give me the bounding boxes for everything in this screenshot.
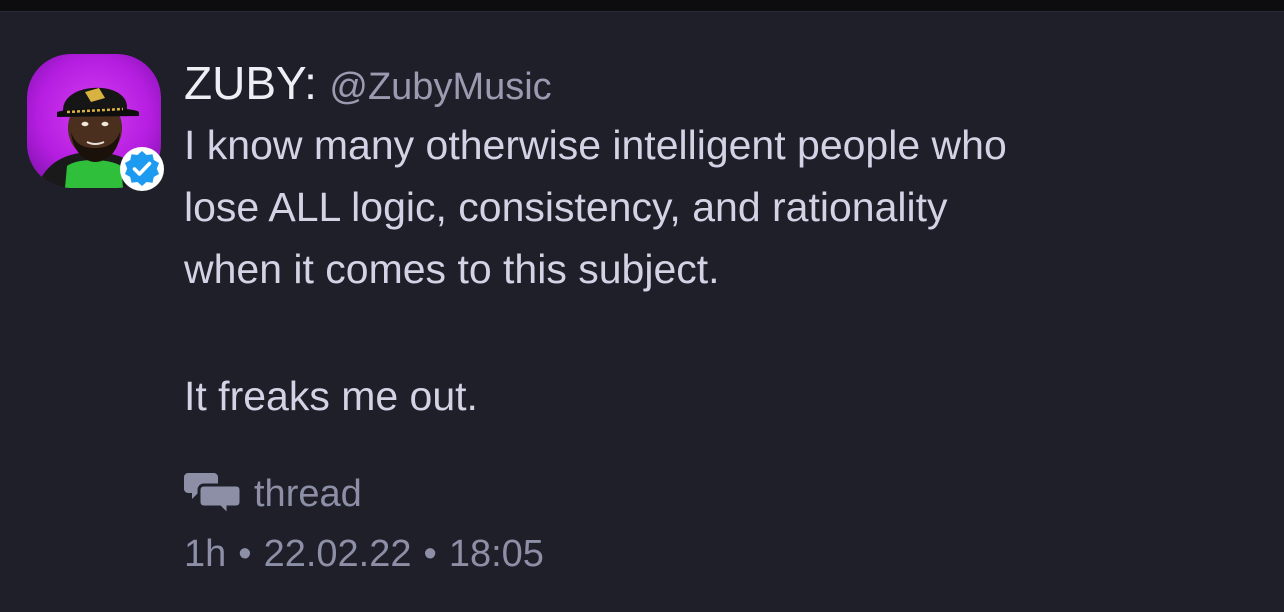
meta-separator: • <box>238 533 252 575</box>
tweet-meta: 1h • 22.02.22 • 18:05 <box>184 533 544 576</box>
thread-label[interactable]: thread <box>254 473 362 516</box>
tweet-line: It freaks me out. <box>184 373 478 419</box>
tweet-line: I know many otherwise intelligent people… <box>184 122 1007 168</box>
tweet-text-paragraph-2: It freaks me out. <box>184 365 1244 427</box>
author-name[interactable]: ZUBY: <box>184 57 317 109</box>
relative-time: 1h <box>184 533 227 575</box>
top-bar <box>0 0 1284 12</box>
tweet-time: 18:05 <box>448 533 544 575</box>
author-handle[interactable]: @ZubyMusic <box>329 66 551 108</box>
tweet-line: lose ALL logic, consistency, and rationa… <box>184 184 948 230</box>
speech-bubbles-icon <box>184 473 242 517</box>
verified-badge-icon <box>120 147 164 191</box>
tweet-date: 22.02.22 <box>263 533 412 575</box>
tweet-content: ZUBY: @ZubyMusic I know many otherwise i… <box>184 52 1244 427</box>
meta-separator: • <box>423 533 437 575</box>
tweet-header: ZUBY: @ZubyMusic <box>184 52 1244 114</box>
tweet-line: when it comes to this subject. <box>184 246 720 292</box>
thread-link[interactable]: thread <box>184 469 362 519</box>
tweet-text: I know many otherwise intelligent people… <box>184 114 1244 300</box>
avatar-container[interactable] <box>27 54 164 191</box>
